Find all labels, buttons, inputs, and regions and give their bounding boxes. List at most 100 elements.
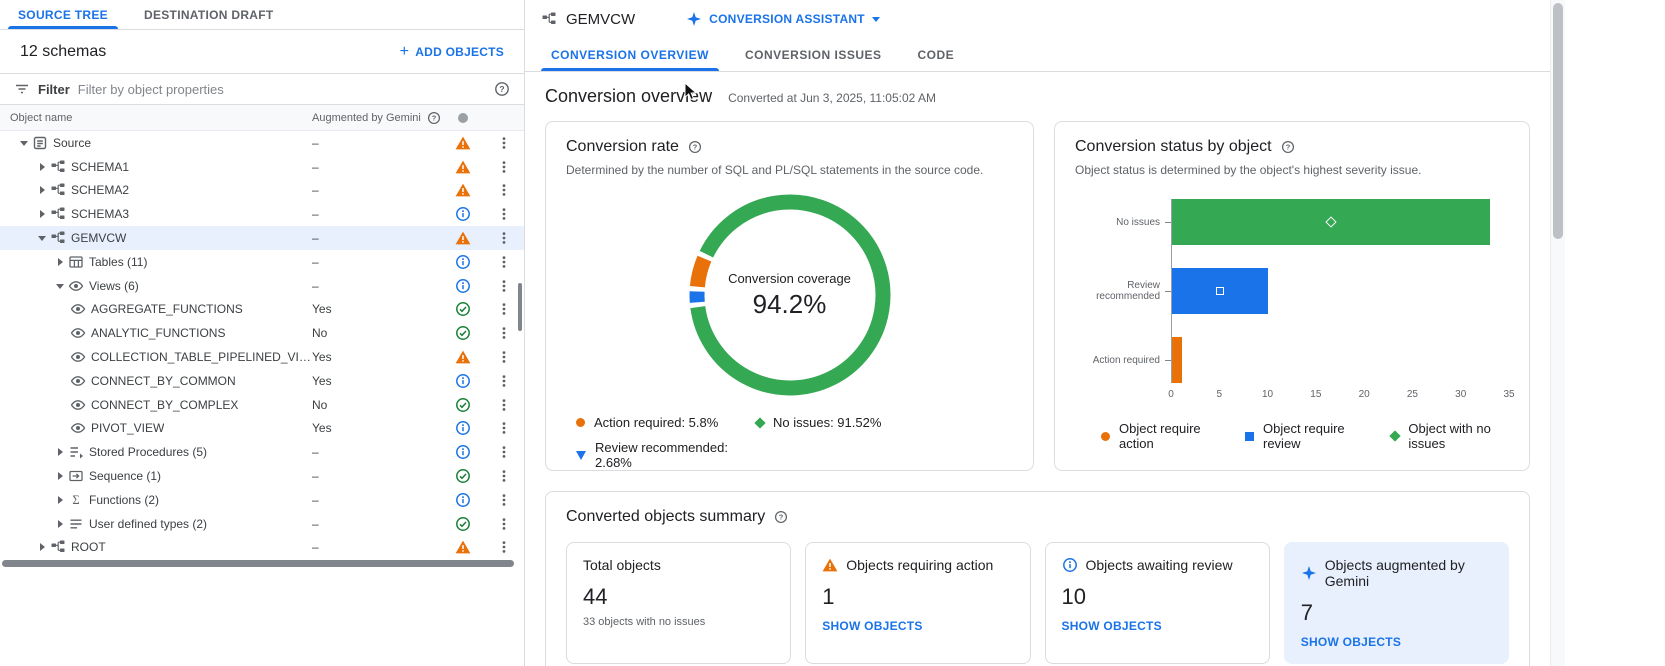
expand-arrow-icon[interactable]	[34, 182, 50, 198]
horizontal-scrollbar-thumb[interactable]	[2, 560, 514, 567]
table-row[interactable]: User defined types (2) –	[0, 512, 524, 536]
x-tick-label: 10	[1262, 389, 1273, 400]
warning-icon[interactable]	[455, 135, 471, 151]
stat-note: 33 objects with no issues	[583, 616, 774, 628]
info-icon[interactable]	[455, 206, 471, 222]
expand-arrow-icon[interactable]	[52, 516, 68, 532]
rate-card-subtitle: Determined by the number of SQL and PL/S…	[566, 163, 1013, 177]
row-menu-button[interactable]	[496, 349, 512, 365]
table-row[interactable]: ANALYTIC_FUNCTIONS No	[0, 321, 524, 345]
info-icon[interactable]	[455, 278, 471, 294]
info-icon[interactable]	[455, 444, 471, 460]
table-row[interactable]: Stored Procedures (5) –	[0, 440, 524, 464]
add-objects-button[interactable]: + ADD OBJECTS	[400, 44, 504, 60]
warning-icon[interactable]	[455, 230, 471, 246]
conversion-assistant-button[interactable]: CONVERSION ASSISTANT	[686, 11, 880, 27]
tab-source-tree[interactable]: SOURCE TREE	[0, 0, 126, 29]
tab-conversion-issues[interactable]: CONVERSION ISSUES	[727, 38, 900, 71]
rate-help-icon[interactable]: ?	[687, 139, 703, 155]
warning-icon[interactable]	[455, 182, 471, 198]
row-menu-button[interactable]	[496, 539, 512, 555]
left-tab-bar: SOURCE TREEDESTINATION DRAFT	[0, 0, 524, 30]
table-row[interactable]: AGGREGATE_FUNCTIONS Yes	[0, 298, 524, 322]
table-row[interactable]: CONNECT_BY_COMPLEX No	[0, 393, 524, 417]
expand-arrow-icon[interactable]	[52, 254, 68, 270]
summary-help-icon[interactable]: ?	[773, 509, 789, 525]
row-menu-button[interactable]	[496, 301, 512, 317]
page-scrollbar[interactable]	[1550, 0, 1565, 666]
row-menu-button[interactable]	[496, 278, 512, 294]
collapse-arrow-icon[interactable]	[52, 278, 68, 294]
check-circle-icon[interactable]	[455, 325, 471, 341]
row-menu-button[interactable]	[496, 420, 512, 436]
object-name: SCHEMA1	[71, 160, 129, 174]
row-menu-button[interactable]	[496, 516, 512, 532]
table-row[interactable]: SCHEMA3 –	[0, 202, 524, 226]
expand-arrow-icon[interactable]	[52, 444, 68, 460]
expand-arrow-icon[interactable]	[34, 539, 50, 555]
check-circle-icon[interactable]	[455, 516, 471, 532]
row-menu-button[interactable]	[496, 159, 512, 175]
table-row[interactable]: Σ Functions (2) –	[0, 488, 524, 512]
table-row[interactable]: Sequence (1) –	[0, 464, 524, 488]
info-icon[interactable]	[455, 373, 471, 389]
table-row[interactable]: ROOT –	[0, 536, 524, 560]
table-row[interactable]: CONNECT_BY_COMMON Yes	[0, 369, 524, 393]
tab-conversion-overview[interactable]: CONVERSION OVERVIEW	[533, 38, 727, 71]
table-row[interactable]: PIVOT_VIEW Yes	[0, 417, 524, 441]
show-objects-link[interactable]: SHOW OBJECTS	[822, 619, 922, 633]
tab-destination-draft[interactable]: DESTINATION DRAFT	[126, 0, 292, 29]
page-scrollbar-thumb[interactable]	[1553, 3, 1563, 239]
table-row[interactable]: Views (6) –	[0, 274, 524, 298]
filter-input[interactable]	[78, 82, 486, 97]
tab-code[interactable]: CODE	[900, 38, 973, 71]
tree-scrollbar-thumb[interactable]	[518, 283, 522, 331]
table-row[interactable]: GEMVCW –	[0, 226, 524, 250]
expand-arrow-icon[interactable]	[34, 206, 50, 222]
row-menu-button[interactable]	[496, 135, 512, 151]
row-menu-button[interactable]	[496, 492, 512, 508]
info-icon[interactable]	[455, 492, 471, 508]
collapse-arrow-icon[interactable]	[34, 230, 50, 246]
status-help-icon[interactable]: ?	[1280, 139, 1296, 155]
row-menu-button[interactable]	[496, 468, 512, 484]
row-menu-button[interactable]	[496, 206, 512, 222]
augmented-value: No	[312, 326, 442, 340]
table-row[interactable]: COLLECTION_TABLE_PIPELINED_VIEW Yes	[0, 345, 524, 369]
row-menu-button[interactable]	[496, 373, 512, 389]
legend-item: Object require action	[1101, 421, 1217, 451]
info-icon[interactable]	[455, 420, 471, 436]
object-name: CONNECT_BY_COMMON	[91, 374, 236, 388]
row-menu-button[interactable]	[496, 230, 512, 246]
warning-icon[interactable]	[455, 159, 471, 175]
warning-icon[interactable]	[455, 539, 471, 555]
row-menu-button[interactable]	[496, 254, 512, 270]
augmented-help-icon[interactable]: ?	[426, 110, 442, 126]
check-circle-icon[interactable]	[455, 397, 471, 413]
row-menu-button[interactable]	[496, 444, 512, 460]
object-name: Sequence (1)	[89, 469, 161, 483]
show-objects-link[interactable]: SHOW OBJECTS	[1301, 635, 1401, 649]
row-menu-button[interactable]	[496, 182, 512, 198]
check-circle-icon[interactable]	[455, 301, 471, 317]
eye-icon	[70, 373, 86, 389]
table-row[interactable]: SCHEMA2 –	[0, 179, 524, 203]
row-menu-button[interactable]	[496, 325, 512, 341]
expand-arrow-icon[interactable]	[34, 159, 50, 175]
show-objects-link[interactable]: SHOW OBJECTS	[1062, 619, 1162, 633]
warning-icon[interactable]	[455, 349, 471, 365]
check-circle-icon[interactable]	[455, 468, 471, 484]
object-name: Views (6)	[89, 279, 139, 293]
filter-icon	[14, 81, 30, 97]
expand-arrow-icon[interactable]	[52, 492, 68, 508]
table-row[interactable]: Tables (11) –	[0, 250, 524, 274]
row-menu-button[interactable]	[496, 397, 512, 413]
filter-help-icon[interactable]: ?	[494, 81, 510, 97]
svg-text:?: ?	[1285, 143, 1290, 152]
info-icon[interactable]	[455, 254, 471, 270]
collapse-arrow-icon[interactable]	[16, 135, 32, 151]
table-row[interactable]: SCHEMA1 –	[0, 155, 524, 179]
expand-arrow-icon[interactable]	[52, 468, 68, 484]
schema-icon	[50, 182, 66, 198]
table-row[interactable]: Source –	[0, 131, 524, 155]
